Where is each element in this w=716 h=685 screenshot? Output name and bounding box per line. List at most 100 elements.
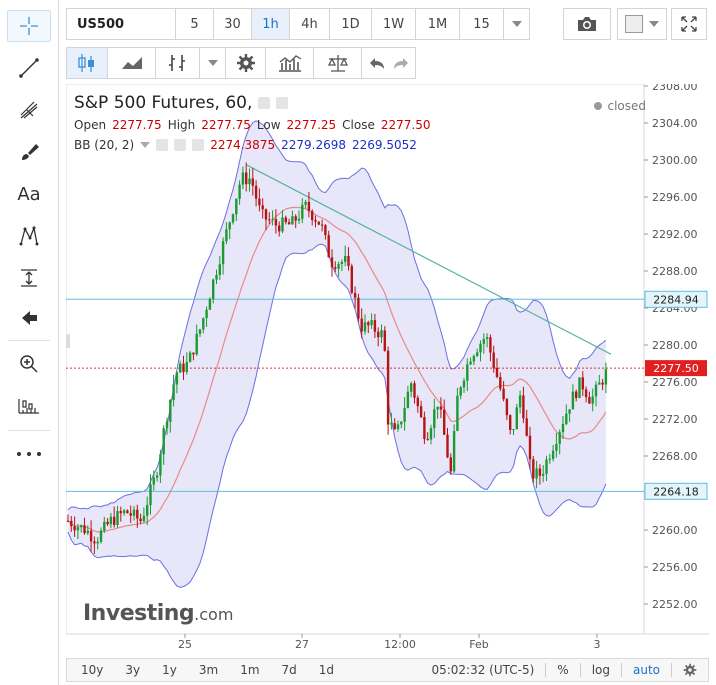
- interval-15[interactable]: 15: [460, 8, 504, 40]
- candle-body: [360, 318, 363, 332]
- candle-body: [268, 219, 271, 221]
- candle-body: [113, 516, 116, 525]
- chart-canvas[interactable]: 2308.00 2304.00 2300.00 2296.00 2292.00 2288.…: [66, 84, 709, 654]
- ruler-icon[interactable]: [7, 390, 51, 422]
- brush-icon[interactable]: [7, 136, 51, 168]
- candle-body: [271, 218, 274, 220]
- undo-redo-group: [362, 47, 416, 79]
- candle-body: [433, 409, 436, 429]
- redo-icon[interactable]: [393, 56, 409, 70]
- candle-body: [304, 201, 307, 205]
- candle-body: [555, 443, 558, 451]
- text-icon[interactable]: Aa: [7, 178, 51, 210]
- candles-icon[interactable]: [66, 47, 108, 79]
- range-10y[interactable]: 10y: [67, 659, 114, 681]
- color-picker: [617, 8, 667, 40]
- candle-body: [251, 178, 254, 186]
- candle-body: [584, 389, 588, 398]
- symbol-input[interactable]: US500: [66, 8, 176, 40]
- camera-icon[interactable]: [563, 8, 611, 40]
- range-1d[interactable]: 1d: [308, 659, 345, 681]
- candle-body: [363, 322, 367, 332]
- interval-dropdown[interactable]: [504, 8, 530, 40]
- candle-body: [528, 435, 532, 460]
- eye-icon[interactable]: [156, 139, 169, 151]
- interval-5[interactable]: 5: [176, 8, 214, 40]
- color-swatch-icon: [625, 15, 643, 33]
- interval-1h[interactable]: 1h: [252, 8, 290, 40]
- candle-body: [264, 209, 268, 220]
- back-arrow-icon[interactable]: [7, 302, 51, 334]
- pattern-icon[interactable]: [7, 220, 51, 252]
- interval-4h[interactable]: 4h: [290, 8, 330, 40]
- panel-collapse-handle[interactable]: [66, 334, 70, 348]
- candle-body: [591, 396, 594, 404]
- candle-body: [522, 395, 525, 419]
- candle-body: [311, 211, 314, 221]
- range-1y[interactable]: 1y: [151, 659, 188, 681]
- color-swatch-button[interactable]: [617, 8, 667, 40]
- interval-30[interactable]: 30: [214, 8, 252, 40]
- candle-body: [373, 320, 377, 332]
- candle-body: [126, 510, 129, 514]
- range-1m[interactable]: 1m: [229, 659, 270, 681]
- price-tick-label: 2268.00: [652, 450, 698, 463]
- fullscreen-icon[interactable]: [671, 8, 707, 40]
- studies-icon[interactable]: [266, 47, 314, 79]
- chevron-down-icon: [511, 21, 522, 27]
- zoom-icon[interactable]: [7, 348, 51, 380]
- candle-body: [410, 383, 413, 392]
- range-3m[interactable]: 3m: [188, 659, 229, 681]
- status-text: closed: [607, 99, 646, 113]
- gear-icon[interactable]: [672, 659, 708, 681]
- bb-mid-value: 2274.3875: [210, 138, 276, 152]
- candle-body: [109, 516, 113, 525]
- candle-body: [93, 541, 96, 544]
- candle-body: [254, 185, 258, 199]
- trend-line-icon[interactable]: [7, 52, 51, 84]
- measure-icon[interactable]: [7, 262, 51, 294]
- candle-body: [106, 521, 109, 525]
- more-icon[interactable]: [7, 438, 51, 470]
- candle-body: [482, 339, 485, 344]
- price-chart[interactable]: 2308.00 2304.00 2300.00 2296.00 2292.00 2288.…: [66, 84, 709, 654]
- investing-logo: Investing.com: [83, 601, 233, 626]
- candle-body: [594, 384, 598, 397]
- gear-icon[interactable]: [276, 97, 289, 109]
- interval-1w[interactable]: 1W: [372, 8, 416, 40]
- candle-body: [212, 279, 215, 299]
- drawing-toolbar: Aa: [0, 0, 59, 685]
- interval-1d[interactable]: 1D: [330, 8, 372, 40]
- interval-1m[interactable]: 1M: [416, 8, 460, 40]
- compare-icon[interactable]: [314, 47, 362, 79]
- candle-body: [235, 198, 238, 215]
- range-7d[interactable]: 7d: [271, 659, 308, 681]
- candle-body: [568, 409, 571, 414]
- percent-toggle[interactable]: %: [546, 659, 579, 681]
- candle-body: [380, 330, 383, 338]
- bb-lower-value: 2269.5052: [352, 138, 417, 152]
- crosshair-icon[interactable]: [7, 10, 51, 42]
- candle-body: [103, 521, 106, 531]
- candle-body: [152, 477, 155, 485]
- range-3y[interactable]: 3y: [114, 659, 151, 681]
- indicators-icon[interactable]: [156, 47, 200, 79]
- chevron-down-icon[interactable]: [140, 142, 151, 148]
- settings-icon[interactable]: [226, 47, 266, 79]
- candle-body: [545, 459, 548, 474]
- candle-body: [558, 432, 561, 444]
- indicators-dropdown[interactable]: [200, 47, 226, 79]
- fib-icon[interactable]: [7, 94, 51, 126]
- bb-label: BB (20, 2): [74, 138, 135, 152]
- eye-icon[interactable]: [258, 97, 271, 109]
- close-icon[interactable]: [192, 139, 205, 151]
- open-value: 2277.75: [112, 118, 162, 132]
- auto-toggle[interactable]: auto: [622, 659, 671, 681]
- area-chart-icon[interactable]: [108, 47, 156, 79]
- candle-body: [334, 267, 337, 269]
- log-toggle[interactable]: log: [581, 659, 621, 681]
- undo-icon[interactable]: [369, 56, 385, 70]
- gear-icon[interactable]: [174, 139, 187, 151]
- price-tick-label: 2280.00: [652, 339, 698, 352]
- candle-body: [202, 318, 205, 330]
